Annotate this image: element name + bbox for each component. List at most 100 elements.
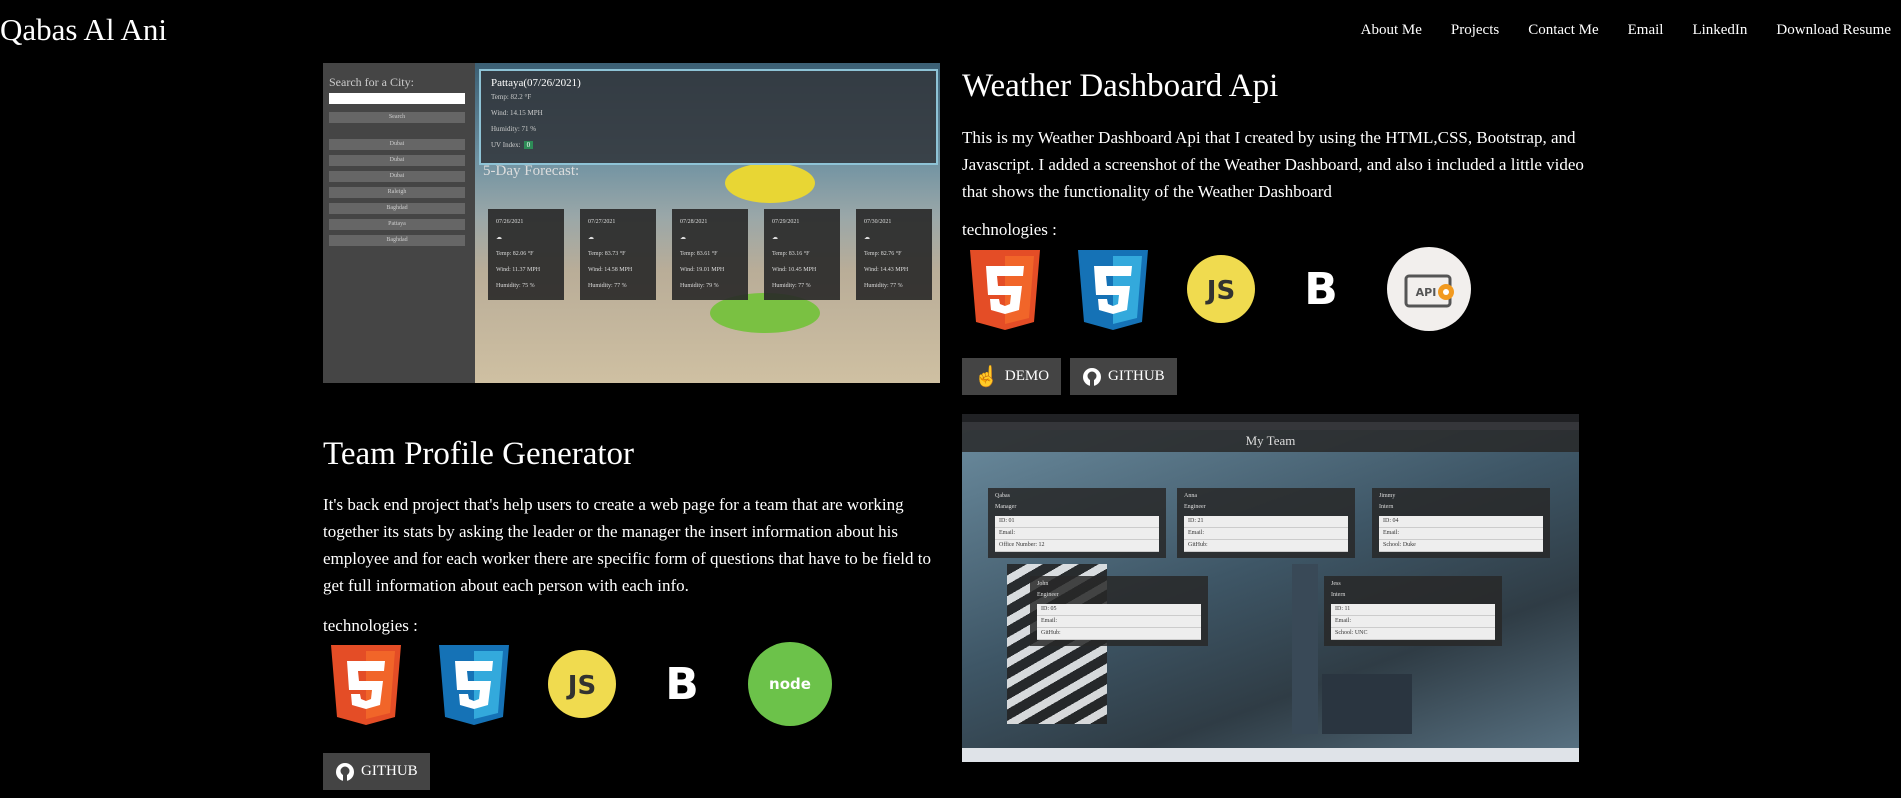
- brand-name[interactable]: Qabas Al Ani: [0, 12, 167, 48]
- uv-index: UV Index: 0: [491, 141, 534, 149]
- history-button: Dubai: [329, 139, 465, 150]
- member-email: Email:: [995, 528, 1159, 540]
- member-extra: School: Duke: [1379, 540, 1543, 552]
- history-button: Dubai: [329, 171, 465, 182]
- nav-email[interactable]: Email: [1628, 22, 1664, 39]
- member-email: Email:: [1184, 528, 1348, 540]
- nav-contact-me[interactable]: Contact Me: [1528, 22, 1598, 39]
- weather-demo-button[interactable]: ☝ DEMO: [962, 358, 1062, 395]
- history-button: Pattaya: [329, 219, 465, 230]
- current-city: Pattaya(07/26/2021): [491, 77, 581, 89]
- member-name: Qabas: [995, 493, 1010, 499]
- forecast-date: 07/26/2021: [496, 219, 524, 225]
- forecast-temp: Temp: 83.73 °F: [588, 251, 626, 257]
- bootstrap-icon: B: [1304, 264, 1338, 315]
- forecast-humidity: Humidity: 77 %: [772, 283, 811, 289]
- member-info: ID: 11 Email: School: UNC: [1331, 604, 1495, 640]
- cloud-icon: ☁: [864, 235, 870, 241]
- current-wind: Wind: 14.15 MPH: [491, 109, 543, 117]
- team-member-card: Anna Engineer ID: 21 Email: GitHub:: [1177, 488, 1355, 558]
- team-heading: My Team: [962, 430, 1579, 452]
- forecast-card: 07/26/2021 ☁ Temp: 82.06 °F Wind: 11.37 …: [488, 209, 564, 300]
- weather-tech-icons: JS B API: [962, 246, 1472, 332]
- member-role: Intern: [1331, 592, 1346, 598]
- search-label: Search for a City:: [329, 75, 414, 89]
- svg-text:JS: JS: [1205, 276, 1235, 306]
- weather-github-button[interactable]: GITHUB: [1070, 358, 1177, 395]
- member-id: ID: 01: [995, 516, 1159, 528]
- member-name: Jimmy: [1379, 493, 1396, 499]
- css3-icon: [439, 645, 509, 725]
- float-ring-decoration: [725, 163, 815, 203]
- member-info: ID: 04 Email: School: Duke: [1379, 516, 1543, 552]
- forecast-wind: Wind: 19.01 MPH: [680, 267, 725, 273]
- weather-project-title: Weather Dashboard Api: [962, 68, 1279, 104]
- browser-url-bar: [962, 422, 1579, 430]
- cloud-icon: ☁: [772, 235, 778, 241]
- team-tech-icons: JS B node: [323, 641, 833, 727]
- forecast-humidity: Humidity: 77 %: [588, 283, 627, 289]
- history-button: Dubai: [329, 155, 465, 166]
- member-info: ID: 05 Email: GitHub:: [1037, 604, 1201, 640]
- cloud-icon: ☁: [588, 235, 594, 241]
- weather-sidebar: Search for a City: Search Dubai Dubai Du…: [323, 63, 475, 383]
- forecast-date: 07/28/2021: [680, 219, 708, 225]
- api-icon: API: [1387, 247, 1471, 331]
- github-label: GITHUB: [361, 763, 418, 779]
- member-info: ID: 01 Email: Office Number: 12: [995, 516, 1159, 552]
- forecast-date: 07/30/2021: [864, 219, 892, 225]
- forecast-humidity: Humidity: 79 %: [680, 283, 719, 289]
- forecast-card: 07/29/2021 ☁ Temp: 83.16 °F Wind: 10.45 …: [764, 209, 840, 300]
- svg-text:JS: JS: [566, 671, 596, 701]
- nav-linkedin[interactable]: LinkedIn: [1692, 22, 1747, 39]
- member-name: Anna: [1184, 493, 1197, 499]
- javascript-icon: JS: [548, 650, 616, 718]
- html5-icon: [331, 645, 401, 725]
- forecast-card: 07/28/2021 ☁ Temp: 83.61 °F Wind: 19.01 …: [672, 209, 748, 300]
- forecast-temp: Temp: 83.16 °F: [772, 251, 810, 257]
- forecast-wind: Wind: 14.58 MPH: [588, 267, 633, 273]
- forecast-temp: Temp: 82.76 °F: [864, 251, 902, 257]
- member-role: Engineer: [1037, 592, 1059, 598]
- nodejs-icon: node: [748, 642, 832, 726]
- member-email: Email:: [1037, 616, 1201, 628]
- member-extra: Office Number: 12: [995, 540, 1159, 552]
- forecast-temp: Temp: 82.06 °F: [496, 251, 534, 257]
- forecast-date: 07/29/2021: [772, 219, 800, 225]
- svg-text:node: node: [769, 675, 811, 693]
- team-github-button[interactable]: GITHUB: [323, 753, 430, 790]
- team-project-description: It's back end project that's help users …: [323, 495, 931, 595]
- nav-download-resume[interactable]: Download Resume: [1776, 22, 1891, 39]
- uv-badge: 0: [523, 141, 534, 149]
- windows-taskbar: [962, 748, 1579, 762]
- member-name: Jess: [1331, 581, 1341, 587]
- nav-about-me[interactable]: About Me: [1361, 22, 1422, 39]
- nav-projects[interactable]: Projects: [1451, 22, 1499, 39]
- current-humidity: Humidity: 71 %: [491, 125, 537, 133]
- thumbs-up-icon: ☝: [974, 366, 999, 388]
- weather-main-panel: Pattaya(07/26/2021) Temp: 82.2 °F Wind: …: [475, 63, 940, 383]
- cloud-icon: ☁: [680, 235, 686, 241]
- forecast-date: 07/27/2021: [588, 219, 616, 225]
- github-label: GITHUB: [1108, 368, 1165, 384]
- member-role: Manager: [995, 504, 1017, 510]
- team-member-card: Jimmy Intern ID: 04 Email: School: Duke: [1372, 488, 1550, 558]
- team-member-card: John Engineer ID: 05 Email: GitHub:: [1030, 576, 1208, 646]
- member-id: ID: 21: [1184, 516, 1348, 528]
- member-email: Email:: [1379, 528, 1543, 540]
- tower-decoration: [1322, 674, 1412, 734]
- weather-project-description: This is my Weather Dashboard Api that I …: [962, 128, 1584, 201]
- cloud-icon: ☁: [496, 235, 502, 241]
- team-project-title: Team Profile Generator: [323, 436, 635, 472]
- member-extra: GitHub:: [1037, 628, 1201, 640]
- member-extra: GitHub:: [1184, 540, 1348, 552]
- forecast-humidity: Humidity: 75 %: [496, 283, 535, 289]
- member-email: Email:: [1331, 616, 1495, 628]
- svg-text:B: B: [665, 659, 699, 710]
- github-icon: [1083, 367, 1101, 386]
- weather-tech-label: technologies :: [962, 220, 1057, 239]
- team-tech-label: technologies :: [323, 616, 418, 635]
- main-nav: About Me Projects Contact Me Email Linke…: [1361, 22, 1891, 39]
- member-id: ID: 11: [1331, 604, 1495, 616]
- history-button: Raleigh: [329, 187, 465, 198]
